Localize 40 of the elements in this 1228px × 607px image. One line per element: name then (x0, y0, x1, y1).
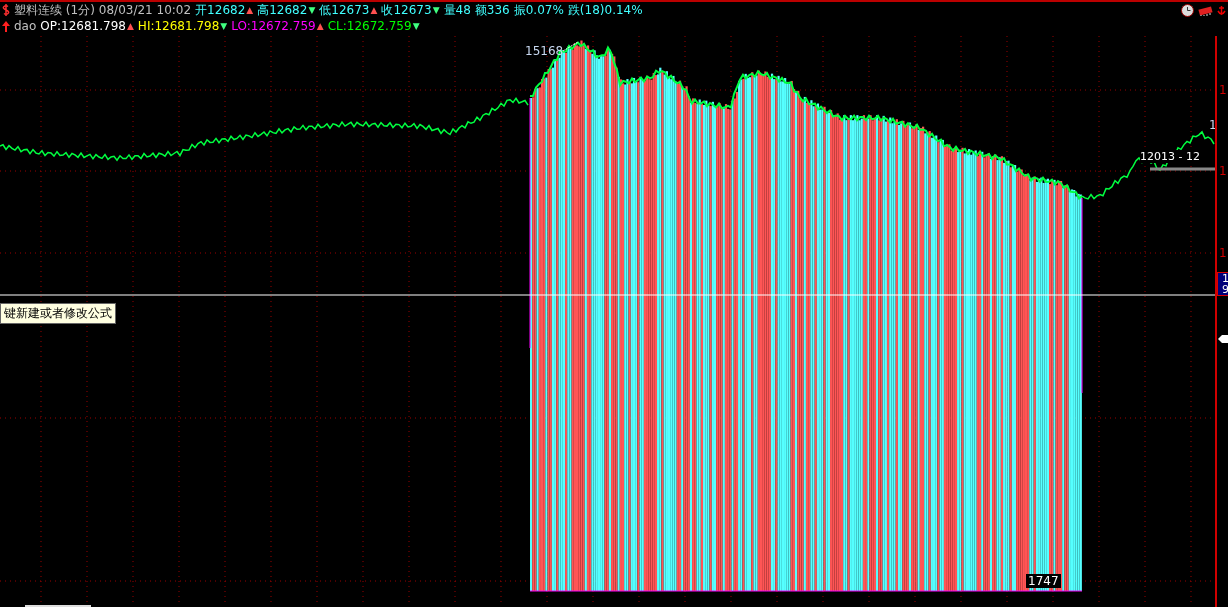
axis-label: 1 (1219, 83, 1227, 97)
trend-mark: ▼ (308, 4, 316, 17)
peak-label: 15168 (525, 44, 564, 58)
quote-value: 低12673 (319, 2, 370, 18)
trend-mark: ▼ (412, 20, 420, 33)
indicator-value: HI:12681.798 (137, 18, 220, 34)
pointer-icon (1218, 334, 1228, 344)
trend-mark: ▲ (246, 4, 254, 17)
indicator-value: CL:12672.759 (327, 18, 412, 34)
scroll-thumb[interactable] (25, 605, 91, 607)
indicator-value: OP:12681.798 (40, 18, 126, 34)
chart-title: 塑料连续 (1分) (14, 2, 95, 18)
up-arrow-icon (2, 20, 10, 32)
quote-value: 量48 (443, 2, 471, 18)
badge-value: 9 (1222, 284, 1228, 295)
quote-value: 高12682 (257, 2, 308, 18)
quote-value: 振0.07% (513, 2, 564, 18)
trend-mark: ▲ (370, 4, 378, 15)
quote-value: 收12673 (381, 2, 432, 18)
indicator-name: dao (14, 18, 37, 34)
trend-mark: ▼ (432, 4, 440, 17)
price-label: 1 (1209, 118, 1217, 132)
quote-value: 额336 (474, 2, 510, 18)
formula-tooltip: 键新建或者修改公式 (0, 303, 116, 324)
clock-icon[interactable] (1181, 4, 1194, 17)
quote-value: 跌(18)0.14% (567, 2, 643, 18)
quote-value: 开12682 (195, 2, 246, 18)
trend-mark: ▼ (220, 20, 228, 33)
range-label: 12013 - 12 (1140, 150, 1200, 163)
datetime: 08/03/21 10:02 (98, 2, 192, 18)
dollar-icon (2, 4, 10, 16)
chip-icon[interactable] (1198, 5, 1213, 16)
axis-label: 1 (1219, 246, 1227, 260)
trend-mark: ▲ (316, 20, 324, 33)
trend-mark: ▲ (126, 20, 134, 33)
anchor-icon[interactable] (1217, 5, 1226, 16)
badge-value: 1 (1222, 273, 1228, 284)
indicator-value: LO:12672.759 (231, 18, 316, 34)
volume-label: 1747 (1026, 574, 1061, 588)
axis-label: 1 (1219, 164, 1227, 178)
